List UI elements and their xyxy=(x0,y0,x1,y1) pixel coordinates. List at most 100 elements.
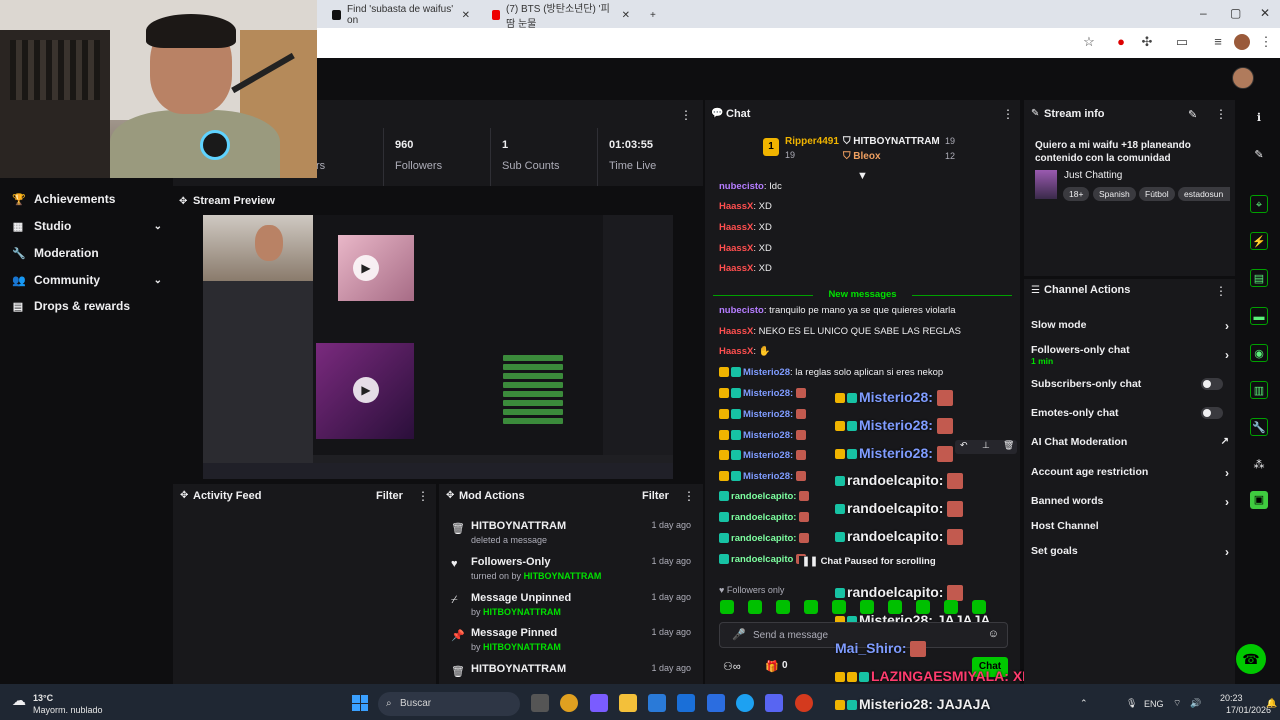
wifi-icon[interactable]: ⌔ xyxy=(1173,698,1181,709)
store-icon[interactable] xyxy=(648,694,666,712)
language-indicator[interactable]: ENG xyxy=(1144,699,1164,709)
pin-icon[interactable]: ⊥ xyxy=(982,440,990,451)
gift-icon[interactable]: 🎁 xyxy=(765,660,779,673)
broadcast-icon[interactable]: ◉ xyxy=(1250,344,1268,362)
tag[interactable]: 18+ xyxy=(1063,187,1090,201)
edit-icon[interactable]: ✎ xyxy=(1188,108,1197,121)
maximize-icon[interactable]: ▢ xyxy=(1230,6,1241,20)
filter-button[interactable]: Filter xyxy=(376,490,403,502)
nav-item-achievements[interactable]: 🏆 Achievements xyxy=(12,189,162,209)
channel-action-emotes-only[interactable]: Emotes-only chat xyxy=(1031,407,1229,421)
mail-icon[interactable] xyxy=(677,694,695,712)
play-icon[interactable]: ▶ xyxy=(353,377,379,403)
clip-icon[interactable]: ⌖ xyxy=(1250,195,1268,213)
tag[interactable]: estadosun xyxy=(1178,187,1230,201)
emote-icon[interactable] xyxy=(720,600,734,614)
stream-preview[interactable]: ▶ ▶ xyxy=(203,215,673,479)
nav-item-moderation[interactable]: 🔧 Moderation xyxy=(12,243,162,263)
channel-points-icon[interactable]: ⚇∞ xyxy=(723,660,741,673)
dropbox-icon[interactable] xyxy=(707,694,725,712)
new-tab-button[interactable]: + xyxy=(644,4,662,26)
expand-icon[interactable]: ✥ xyxy=(446,490,454,501)
extension-icon[interactable]: ● xyxy=(1113,34,1129,50)
reply-icon[interactable]: ↶ xyxy=(960,440,968,451)
category-name[interactable]: Just Chatting xyxy=(1064,170,1122,181)
avatar[interactable] xyxy=(1232,67,1254,89)
minimize-icon[interactable]: – xyxy=(1200,6,1207,20)
emote-icon[interactable] xyxy=(748,600,762,614)
chat-paused-banner[interactable]: ❚❚ Chat Paused for scrolling xyxy=(799,556,939,567)
leader-row[interactable]: ⛉ Bleox xyxy=(843,151,881,162)
filter-button[interactable]: Filter xyxy=(642,490,669,502)
close-window-icon[interactable]: ✕ xyxy=(1260,6,1270,20)
folder-icon[interactable] xyxy=(619,694,637,712)
wrench-icon[interactable]: 🔧 xyxy=(1250,418,1268,436)
expand-down-icon[interactable]: ▼ xyxy=(857,170,868,182)
lightning-icon[interactable]: ⚡ xyxy=(1250,232,1268,250)
toggle-switch[interactable] xyxy=(1201,378,1223,390)
channel-action-subscribers-only[interactable]: Subscribers-only chat xyxy=(1031,378,1229,392)
more-icon[interactable]: ⋮ xyxy=(1215,284,1227,298)
close-icon[interactable]: ✕ xyxy=(462,10,470,21)
channel-action-account-age[interactable]: Account age restriction › xyxy=(1031,466,1229,480)
app-icon[interactable]: ▣ xyxy=(1250,491,1268,509)
app-icon[interactable] xyxy=(795,694,813,712)
chrome-icon[interactable] xyxy=(560,694,578,712)
expand-icon[interactable]: ✥ xyxy=(179,196,187,207)
notification-icon[interactable]: 🔔 xyxy=(1266,698,1277,709)
clock-date[interactable]: 17/01/2026 xyxy=(1226,705,1271,715)
nav-item-studio[interactable]: ▦ Studio ⌄ xyxy=(12,216,162,236)
info-icon[interactable]: ℹ xyxy=(1250,109,1268,127)
leader-name[interactable]: Ripper4491 xyxy=(785,136,839,147)
edge-icon[interactable] xyxy=(736,694,754,712)
browser-tab-youtube[interactable]: (7) BTS (방탄소년단) '피 땀 눈물 ✕ xyxy=(486,4,636,30)
media-icon[interactable]: ≡ xyxy=(1210,34,1226,50)
help-icon[interactable]: ☎ xyxy=(1236,644,1266,674)
channel-action-set-goals[interactable]: Set goals › xyxy=(1031,545,1229,559)
leader-row[interactable]: ⛉ HITBOYNATTRAM xyxy=(843,136,940,147)
emote-icon[interactable] xyxy=(776,600,790,614)
toggle-switch[interactable] xyxy=(1201,407,1223,419)
mic-icon[interactable]: 🎤 xyxy=(732,628,746,641)
task-view-icon[interactable] xyxy=(531,694,549,712)
pencil-icon[interactable]: ✎ xyxy=(1250,146,1268,164)
puzzle-icon[interactable]: ✣ xyxy=(1139,34,1155,50)
layout-icon[interactable]: ▥ xyxy=(1250,381,1268,399)
weather-icon[interactable]: ☁ xyxy=(12,692,26,709)
more-icon[interactable]: ⋮ xyxy=(1215,107,1227,121)
menu-icon[interactable]: ⋮ xyxy=(1258,34,1274,50)
channel-action-host[interactable]: Host Channel xyxy=(1031,520,1229,534)
community-icon[interactable]: ⁂ xyxy=(1250,456,1268,474)
clock-time[interactable]: 20:23 xyxy=(1220,693,1243,703)
emote-icon[interactable] xyxy=(804,600,818,614)
expand-icon[interactable]: ✥ xyxy=(180,490,188,501)
star-icon[interactable]: ☆ xyxy=(1081,34,1097,50)
channel-action-banned-words[interactable]: Banned words › xyxy=(1031,495,1229,509)
chevron-up-icon[interactable]: ⌃ xyxy=(1080,698,1088,709)
nav-item-drops[interactable]: ▤ Drops & rewards xyxy=(12,296,162,316)
more-icon[interactable]: ⋮ xyxy=(680,108,692,122)
category-thumbnail[interactable] xyxy=(1035,170,1057,199)
play-icon[interactable]: ▶ xyxy=(353,255,379,281)
volume-icon[interactable]: 🔊 xyxy=(1190,698,1201,709)
profile-icon[interactable] xyxy=(1234,34,1250,50)
tag[interactable]: Fútbol xyxy=(1139,187,1175,201)
channel-action-ai-moderation[interactable]: AI Chat Moderation ↗ xyxy=(1031,436,1229,450)
copilot-icon[interactable] xyxy=(590,694,608,712)
nav-item-community[interactable]: 👥 Community ⌄ xyxy=(12,270,162,290)
browser-tab-search[interactable]: Find 'subasta de waifus' on ✕ xyxy=(326,4,476,26)
more-icon[interactable]: ⋮ xyxy=(1002,107,1014,121)
discord-icon[interactable] xyxy=(765,694,783,712)
document-icon[interactable]: ▤ xyxy=(1250,269,1268,287)
close-icon[interactable]: ✕ xyxy=(622,10,630,21)
more-icon[interactable]: ⋮ xyxy=(683,489,695,503)
taskbar-search[interactable]: ⌕ Buscar xyxy=(378,692,520,716)
more-icon[interactable]: ⋮ xyxy=(417,489,429,503)
emoji-icon[interactable]: ☺ xyxy=(988,628,999,640)
windows-start-icon[interactable] xyxy=(352,695,368,711)
channel-action-followers-only[interactable]: Followers-only chat 1 min › xyxy=(1031,344,1229,368)
mic-icon[interactable]: 🎙 xyxy=(1126,698,1137,709)
cast-icon[interactable]: ▭ xyxy=(1174,34,1190,50)
trash-icon[interactable]: 🗑 xyxy=(1003,440,1014,451)
tag[interactable]: Spanish xyxy=(1093,187,1136,201)
